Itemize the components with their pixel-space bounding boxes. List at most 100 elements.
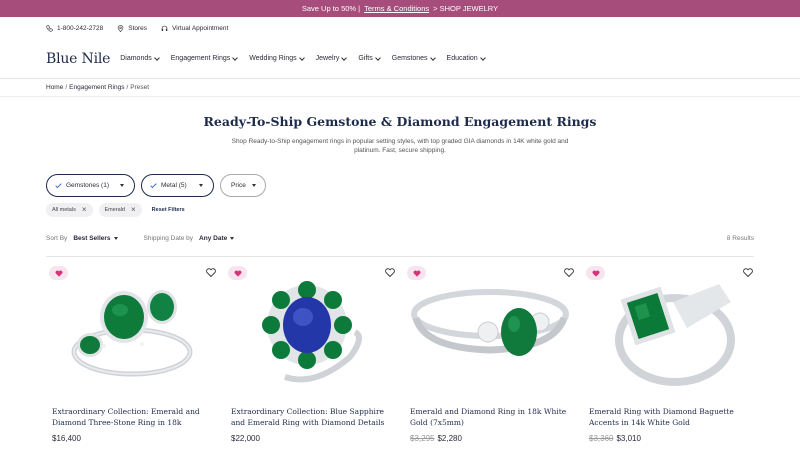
utility-bar: 1-800-242-2728 Stores Virtual Appointmen… bbox=[0, 17, 800, 39]
product-card[interactable]: Emerald Ring with Diamond Baguette Accen… bbox=[583, 262, 756, 443]
chip-emerald: Emerald × bbox=[98, 203, 142, 217]
product-price: $3,360 $3,010 bbox=[583, 434, 756, 443]
chip-label: Emerald bbox=[104, 207, 125, 213]
chevron-down-icon bbox=[374, 54, 381, 61]
shipping-date-control[interactable]: Shipping Date by Any Date bbox=[144, 235, 235, 242]
product-card[interactable]: Extraordinary Collection: Emerald and Di… bbox=[46, 262, 219, 443]
shipping-date-label: Shipping Date by bbox=[143, 234, 194, 242]
caret-down-icon bbox=[113, 236, 118, 240]
promo-text: Save Up to 50% | bbox=[301, 4, 361, 13]
results-count: 8 Results bbox=[726, 234, 754, 242]
nav-item-gifts[interactable]: Gifts bbox=[358, 54, 381, 62]
price-current: $3,010 bbox=[616, 434, 641, 443]
page-description: Shop Ready-to-Ship engagement rings in p… bbox=[231, 138, 569, 154]
divider bbox=[46, 256, 754, 257]
price-current: $22,000 bbox=[231, 434, 260, 443]
price-original: $3,360 bbox=[589, 434, 614, 443]
check-icon bbox=[55, 181, 62, 188]
headset-icon bbox=[161, 25, 168, 31]
location-pin-icon bbox=[118, 24, 124, 32]
active-filters: All metals × Emerald × Reset Filters bbox=[0, 203, 800, 217]
product-title[interactable]: Extraordinary Collection: Blue Sapphire … bbox=[225, 406, 398, 430]
price-current: $2,280 bbox=[437, 434, 462, 443]
nav-item-gemstones[interactable]: Gemstones bbox=[391, 54, 436, 62]
chevron-down-icon bbox=[479, 54, 486, 61]
nav-label: Engagement Rings bbox=[170, 55, 231, 62]
nav-label: Education bbox=[446, 55, 478, 62]
stores-link[interactable]: Stores bbox=[117, 25, 147, 32]
product-card[interactable]: Emerald and Diamond Ring in 18k White Go… bbox=[404, 262, 577, 443]
virtual-appointment-link[interactable]: Virtual Appointment bbox=[161, 25, 228, 32]
sort-by-label: Sort By bbox=[46, 234, 68, 242]
sort-by-value: Best Sellers bbox=[73, 234, 111, 242]
main-navigation: Blue Nile Diamonds Engagement Rings Wedd… bbox=[0, 39, 800, 79]
product-image[interactable] bbox=[46, 262, 219, 402]
emerald-baguette-ring-image bbox=[615, 284, 735, 386]
nav-label: Gemstones bbox=[391, 55, 428, 62]
product-title[interactable]: Emerald Ring with Diamond Baguette Accen… bbox=[583, 406, 756, 430]
phone-number: 1-800-242-2728 bbox=[57, 24, 104, 32]
close-icon[interactable]: × bbox=[82, 206, 87, 214]
product-card[interactable]: Extraordinary Collection: Blue Sapphire … bbox=[225, 262, 398, 443]
breadcrumb: Home / Engagement Rings / Preset bbox=[0, 79, 800, 97]
phone-icon bbox=[46, 24, 53, 32]
product-image[interactable] bbox=[583, 262, 756, 402]
gemstones-filter[interactable]: Gemstones (1) bbox=[46, 174, 135, 197]
breadcrumb-separator: / bbox=[65, 84, 68, 91]
caret-down-icon bbox=[199, 184, 203, 187]
nav-label: Jewelry bbox=[315, 55, 340, 62]
nav-item-jewelry[interactable]: Jewelry bbox=[315, 54, 348, 62]
close-icon[interactable]: × bbox=[131, 206, 136, 214]
shipping-date-value: Any Date bbox=[199, 234, 228, 242]
price-current: $16,400 bbox=[52, 434, 81, 443]
nav-item-diamonds[interactable]: Diamonds bbox=[120, 54, 160, 62]
nav-item-education[interactable]: Education bbox=[446, 54, 486, 62]
emerald-diamond-ring-image bbox=[411, 289, 569, 356]
product-title[interactable]: Emerald and Diamond Ring in 18k White Go… bbox=[404, 406, 577, 430]
caret-down-icon bbox=[120, 184, 124, 187]
chevron-down-icon bbox=[341, 54, 348, 61]
breadcrumb-current: Preset bbox=[130, 84, 150, 91]
product-grid: Extraordinary Collection: Emerald and Di… bbox=[0, 262, 800, 443]
nav-item-engagement-rings[interactable]: Engagement Rings bbox=[170, 54, 239, 62]
price-filter-label: Price bbox=[231, 182, 246, 189]
caret-down-icon bbox=[230, 236, 235, 240]
chip-all-metals: All metals × bbox=[46, 203, 93, 217]
appointment-label: Virtual Appointment bbox=[172, 24, 229, 32]
shop-jewelry-link[interactable]: > SHOP JEWELRY bbox=[433, 4, 498, 13]
filter-bar: Gemstones (1) Metal (5) Price bbox=[0, 174, 800, 197]
product-title[interactable]: Extraordinary Collection: Emerald and Di… bbox=[46, 406, 219, 430]
product-price: $3,295 $2,280 bbox=[404, 434, 577, 443]
price-filter[interactable]: Price bbox=[220, 174, 266, 197]
breadcrumb-home[interactable]: Home bbox=[46, 84, 63, 91]
page-title: Ready-To-Ship Gemstone & Diamond Engagem… bbox=[203, 114, 597, 129]
metal-filter-label: Metal (5) bbox=[161, 182, 187, 189]
reset-filters-button[interactable]: Reset Filters bbox=[152, 207, 185, 213]
logo[interactable]: Blue Nile bbox=[46, 51, 110, 67]
chevron-down-icon bbox=[429, 54, 436, 61]
nav-label: Gifts bbox=[358, 55, 373, 62]
nav-label: Diamonds bbox=[120, 55, 152, 62]
sort-bar: Sort By Best Sellers Shipping Date by An… bbox=[0, 232, 800, 244]
breadcrumb-engagement-rings[interactable]: Engagement Rings bbox=[69, 84, 124, 91]
breadcrumb-separator: / bbox=[126, 84, 129, 91]
phone-link[interactable]: 1-800-242-2728 bbox=[46, 25, 103, 32]
check-icon bbox=[150, 181, 157, 188]
product-image[interactable] bbox=[404, 262, 577, 402]
metal-filter[interactable]: Metal (5) bbox=[141, 174, 214, 197]
nav-label: Wedding Rings bbox=[249, 55, 297, 62]
product-price: $16,400 bbox=[46, 434, 219, 443]
price-original: $3,295 bbox=[410, 434, 435, 443]
promo-banner: Save Up to 50% | Terms & Conditions > SH… bbox=[0, 0, 800, 17]
sort-by-control[interactable]: Sort By Best Sellers bbox=[46, 235, 118, 242]
product-price: $22,000 bbox=[225, 434, 398, 443]
chevron-down-icon bbox=[298, 54, 305, 61]
caret-down-icon bbox=[251, 184, 256, 187]
chevron-down-icon bbox=[153, 54, 160, 61]
terms-link[interactable]: Terms & Conditions bbox=[364, 4, 429, 13]
stores-label: Stores bbox=[128, 24, 148, 32]
nav-item-wedding-rings[interactable]: Wedding Rings bbox=[249, 54, 305, 62]
chevron-down-icon bbox=[232, 54, 239, 61]
product-image[interactable] bbox=[225, 262, 398, 402]
nav-menu: Diamonds Engagement Rings Wedding Rings … bbox=[120, 54, 486, 62]
